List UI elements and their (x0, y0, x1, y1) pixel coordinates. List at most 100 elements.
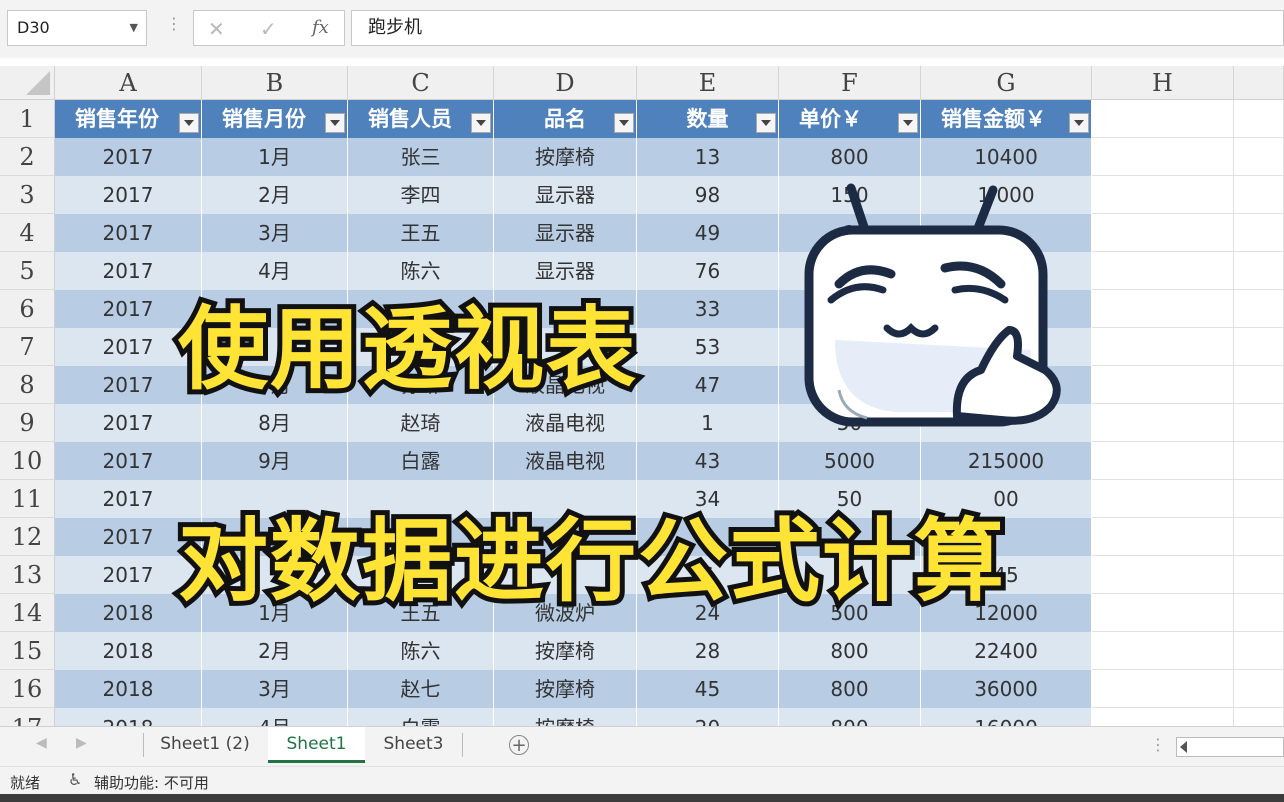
table-cell[interactable]: 显示器 (494, 214, 637, 252)
column-header-f[interactable]: F (779, 66, 921, 100)
cancel-icon[interactable]: ✕ (208, 17, 225, 41)
row-header[interactable]: 3 (0, 176, 55, 214)
filter-dropdown-icon[interactable] (1069, 113, 1089, 133)
table-cell[interactable]: 3月 (202, 670, 348, 708)
row-header[interactable]: 7 (0, 328, 55, 366)
table-cell[interactable]: 47 (637, 366, 779, 404)
filter-dropdown-icon[interactable] (756, 113, 776, 133)
confirm-icon[interactable]: ✓ (260, 17, 277, 41)
table-cell[interactable]: 36000 (921, 670, 1092, 708)
tab-sheet3[interactable]: Sheet3 (367, 727, 460, 763)
next-sheet-icon[interactable]: ▶ (76, 735, 87, 751)
function-icon[interactable]: fx (312, 17, 329, 38)
table-cell[interactable]: 28 (637, 632, 779, 670)
table-cell[interactable]: 2018 (55, 670, 202, 708)
filter-dropdown-icon[interactable] (325, 113, 345, 133)
table-cell[interactable]: 2017 (55, 138, 202, 176)
table-cell[interactable]: 8月 (202, 404, 348, 442)
row-header[interactable]: 8 (0, 366, 55, 404)
table-header-cell[interactable]: 销售人员 (348, 100, 494, 138)
table-cell[interactable]: 800 (779, 138, 921, 176)
table-cell[interactable]: 李四 (348, 176, 494, 214)
formula-input[interactable]: 跑步机 (351, 10, 1284, 46)
table-cell[interactable]: 800 (779, 632, 921, 670)
table-cell[interactable]: 2017 (55, 214, 202, 252)
row-header[interactable]: 16 (0, 670, 55, 708)
table-cell[interactable]: 按摩椅 (494, 708, 637, 726)
table-header-cell[interactable]: 销售金额￥ (921, 100, 1092, 138)
table-cell[interactable]: 显示器 (494, 176, 637, 214)
tab-sheet1-2[interactable]: Sheet1 (2) (146, 727, 264, 763)
select-all-corner[interactable] (0, 66, 55, 100)
column-header-a[interactable]: A (55, 66, 202, 100)
table-cell[interactable]: 20 (637, 708, 779, 726)
row-header[interactable]: 11 (0, 480, 55, 518)
table-header-cell[interactable]: 销售年份 (55, 100, 202, 138)
scroll-left-icon[interactable] (1180, 741, 1187, 753)
row-header[interactable]: 12 (0, 518, 55, 556)
name-box[interactable]: D30 ▼ (7, 10, 147, 46)
table-cell[interactable]: 800 (779, 708, 921, 726)
filter-dropdown-icon[interactable] (471, 113, 491, 133)
column-header-extra[interactable] (1234, 66, 1284, 100)
table-cell[interactable]: 53 (637, 328, 779, 366)
table-cell[interactable]: 陈六 (348, 632, 494, 670)
table-cell[interactable]: 2月 (202, 632, 348, 670)
column-header-d[interactable]: D (494, 66, 637, 100)
table-cell[interactable]: 液晶电视 (494, 442, 637, 480)
table-cell[interactable]: 张三 (348, 138, 494, 176)
table-cell[interactable]: 1 (637, 404, 779, 442)
table-cell[interactable]: 2018 (55, 708, 202, 726)
column-header-h[interactable]: H (1092, 66, 1234, 100)
row-header[interactable]: 14 (0, 594, 55, 632)
row-header[interactable]: 15 (0, 632, 55, 670)
table-cell[interactable]: 按摩椅 (494, 138, 637, 176)
filter-dropdown-icon[interactable] (179, 113, 199, 133)
table-cell[interactable]: 2017 (55, 442, 202, 480)
column-header-c[interactable]: C (348, 66, 494, 100)
chevron-down-icon[interactable]: ▼ (130, 11, 138, 45)
table-cell[interactable]: 王五 (348, 214, 494, 252)
table-cell[interactable]: 液晶电视 (494, 404, 637, 442)
row-header[interactable]: 9 (0, 404, 55, 442)
table-cell[interactable]: 3月 (202, 214, 348, 252)
horizontal-scrollbar[interactable] (1176, 737, 1284, 757)
table-cell[interactable]: 10400 (921, 138, 1092, 176)
table-header-cell[interactable]: 数量 (637, 100, 779, 138)
table-cell[interactable]: 1月 (202, 138, 348, 176)
table-cell[interactable]: 按摩椅 (494, 632, 637, 670)
table-cell[interactable]: 45 (637, 670, 779, 708)
row-header[interactable]: 4 (0, 214, 55, 252)
column-header-e[interactable]: E (637, 66, 779, 100)
prev-sheet-icon[interactable]: ◀ (36, 735, 47, 751)
row-header[interactable]: 1 (0, 100, 55, 138)
filter-dropdown-icon[interactable] (614, 113, 634, 133)
table-cell[interactable]: 9月 (202, 442, 348, 480)
table-cell[interactable]: 13 (637, 138, 779, 176)
column-header-g[interactable]: G (921, 66, 1092, 100)
table-cell[interactable]: 赵琦 (348, 404, 494, 442)
table-header-cell[interactable]: 品名 (494, 100, 637, 138)
table-cell[interactable]: 800 (779, 670, 921, 708)
table-cell[interactable]: 4月 (202, 708, 348, 726)
row-header[interactable]: 17 (0, 708, 55, 726)
table-cell[interactable]: 76 (637, 252, 779, 290)
table-cell[interactable]: 43 (637, 442, 779, 480)
row-header[interactable]: 10 (0, 442, 55, 480)
table-cell[interactable]: 2017 (55, 404, 202, 442)
row-header[interactable]: 13 (0, 556, 55, 594)
status-accessibility[interactable]: 辅助功能: 不可用 (94, 772, 209, 793)
table-cell[interactable]: 2月 (202, 176, 348, 214)
table-cell[interactable]: 16000 (921, 708, 1092, 726)
table-cell[interactable]: 98 (637, 176, 779, 214)
column-header-b[interactable]: B (202, 66, 348, 100)
tab-sheet1[interactable]: Sheet1 (268, 727, 365, 763)
table-cell[interactable]: 赵七 (348, 670, 494, 708)
table-cell[interactable]: 按摩椅 (494, 670, 637, 708)
table-cell[interactable]: 49 (637, 214, 779, 252)
filter-dropdown-icon[interactable] (898, 113, 918, 133)
table-cell[interactable]: 2017 (55, 176, 202, 214)
table-cell[interactable]: 2018 (55, 632, 202, 670)
row-header[interactable]: 5 (0, 252, 55, 290)
table-cell[interactable]: 白露 (348, 442, 494, 480)
